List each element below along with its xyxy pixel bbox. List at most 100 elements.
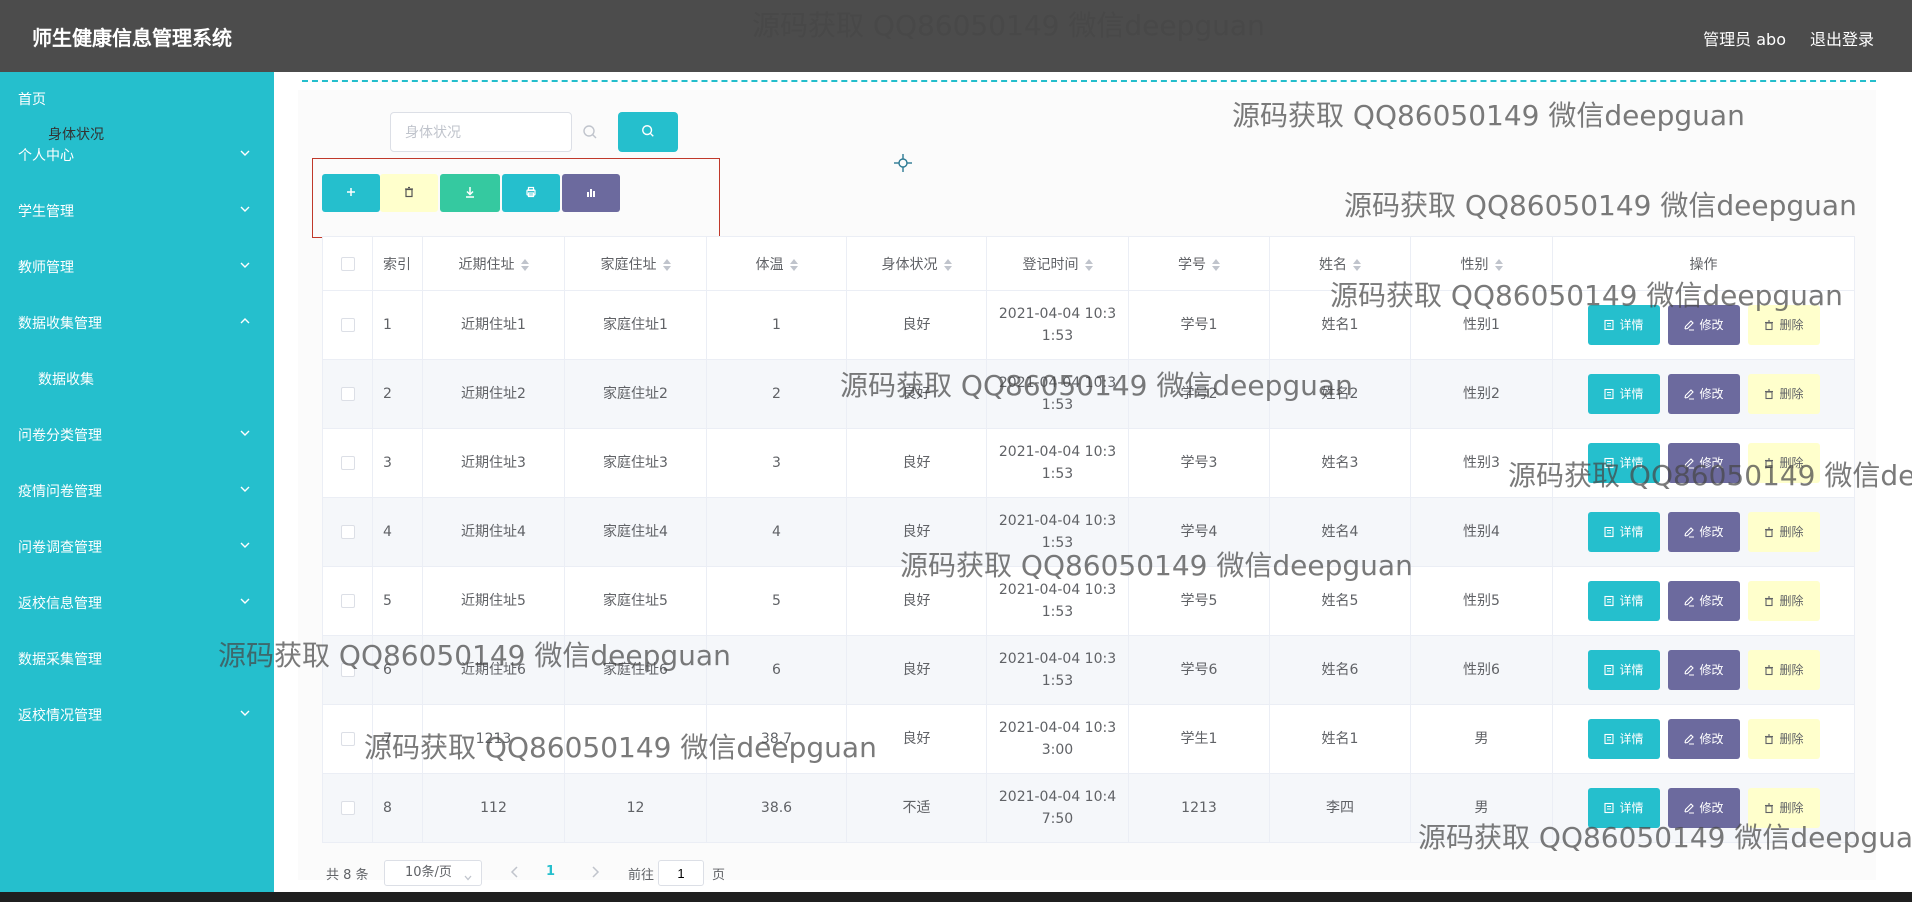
row-checkbox[interactable] [340,663,355,677]
print-button[interactable] [502,174,560,212]
sidebar-item-9[interactable]: 返校信息管理 [0,582,274,624]
delete-button[interactable]: 删除 [1747,788,1820,828]
chevron-up-icon [238,314,252,328]
detail-button[interactable]: 详情 [1587,374,1660,414]
detail-button[interactable]: 详情 [1587,305,1660,345]
sidebar-item-label: 返校情况管理 [18,708,102,724]
column-header-6[interactable]: 学号 [1128,236,1270,291]
column-header-3[interactable]: 体温 [706,236,847,291]
edit-button[interactable]: 修改 [1667,719,1740,759]
admin-user-label[interactable]: 管理员 abo [1703,26,1786,50]
sidebar-item-2[interactable]: 学生管理 [0,190,274,232]
student-id-cell: 学号5 [1128,566,1270,636]
health-status-search-input[interactable] [390,112,572,152]
sidebar-item-10[interactable]: 数据采集管理 [0,638,274,680]
delete-button[interactable]: 删除 [1747,443,1820,483]
row-checkbox[interactable] [340,732,355,746]
edit-button[interactable]: 修改 [1667,374,1740,414]
health-record-table: 索引 近期住址 家庭住址 体温 身体状况 登记时间 学号 姓名 性别 操作 1 近期住址1 家庭住址1… [322,236,1855,843]
table-row[interactable]: 1 近期住址1 家庭住址1 1 良好 2021-04-04 10:3 1:53 学号1 姓名1 性… [322,290,1855,360]
edit-button[interactable]: 修改 [1667,788,1740,828]
delete-button[interactable]: 删除 [1747,581,1820,621]
sort-caret-icon[interactable] [1353,258,1361,271]
column-header-label: 近期住址 [458,256,515,273]
detail-button[interactable]: 详情 [1587,443,1660,483]
column-header-4[interactable]: 身体状况 [846,236,987,291]
file-icon [1603,802,1615,814]
sidebar-item-4[interactable]: 数据收集管理 [0,302,274,344]
logout-link[interactable]: 退出登录 [1810,26,1874,50]
row-checkbox[interactable] [340,801,355,815]
detail-button[interactable]: 详情 [1587,512,1660,552]
sort-caret-icon[interactable] [520,258,529,271]
row-checkbox[interactable] [340,594,355,608]
column-header-8[interactable]: 性别 [1410,236,1553,291]
batch-delete-button[interactable] [380,174,438,212]
sidebar-item-3[interactable]: 教师管理 [0,246,274,288]
column-header-5[interactable]: 登记时间 [986,236,1129,291]
table-row[interactable]: 5 近期住址5 家庭住址5 5 良好 2021-04-04 10:3 1:53 学号5 姓名5 性… [322,566,1855,636]
prev-page-chevron-icon[interactable] [508,864,522,880]
detail-button[interactable]: 详情 [1587,581,1660,621]
sort-caret-icon[interactable] [1494,258,1503,271]
delete-button[interactable]: 删除 [1747,650,1820,690]
recent-address-cell: 近期住址4 [422,497,565,567]
edit-button[interactable]: 修改 [1667,305,1740,345]
detail-button-label: 详情 [1619,387,1644,401]
bar-chart-icon [584,184,598,203]
column-header-label: 身体状况 [881,256,938,273]
current-page-number[interactable]: 1 [546,864,555,879]
sidebar-item-8[interactable]: 问卷调查管理 [0,526,274,568]
row-checkbox[interactable] [340,318,355,332]
sidebar-item-0[interactable]: 首页 [0,78,274,120]
column-header-2[interactable]: 家庭住址 [564,236,707,291]
table-row[interactable]: 2 近期住址2 家庭住址2 2 良好 2021-04-04 10:3 1:53 学号2 姓名2 性… [322,359,1855,429]
detail-button[interactable]: 详情 [1587,650,1660,690]
detail-button[interactable]: 详情 [1587,719,1660,759]
register-time-line1: 2021-04-04 10:3 [998,582,1117,598]
goto-page-input[interactable] [658,860,704,886]
delete-button[interactable]: 删除 [1747,305,1820,345]
edit-button[interactable]: 修改 [1667,443,1740,483]
edit-button[interactable]: 修改 [1667,650,1740,690]
row-checkbox[interactable] [340,456,355,470]
row-checkbox[interactable] [340,525,355,539]
sort-caret-icon[interactable] [662,258,671,271]
sidebar-item-11[interactable]: 返校情况管理 [0,694,274,736]
add-button[interactable] [322,174,380,212]
export-button[interactable] [440,174,500,212]
next-page-chevron-icon[interactable] [588,864,602,880]
sidebar-item-6[interactable]: 问卷分类管理 [0,414,274,456]
table-row[interactable]: 4 近期住址4 家庭住址4 4 良好 2021-04-04 10:3 1:53 学号4 姓名4 性… [322,497,1855,567]
delete-button[interactable]: 删除 [1747,374,1820,414]
column-header-7[interactable]: 姓名 [1269,236,1411,291]
table-row[interactable]: 3 近期住址3 家庭住址3 3 良好 2021-04-04 10:3 1:53 学号3 姓名3 性… [322,428,1855,498]
page-size-select[interactable]: 10条/页 [384,860,482,886]
search-button[interactable] [618,112,678,152]
sidebar-item-1[interactable]: 个人中心 [0,134,274,176]
edit-button[interactable]: 修改 [1667,512,1740,552]
sidebar-item-7[interactable]: 疫情问卷管理 [0,470,274,512]
temperature-cell: 2 [706,359,847,429]
sidebar-item-5[interactable]: 数据收集 [0,358,274,400]
pencil-icon [1683,526,1695,538]
row-checkbox[interactable] [340,387,355,401]
sort-caret-icon[interactable] [789,258,798,271]
delete-button[interactable]: 删除 [1747,512,1820,552]
column-header-label: 操作 [1689,256,1718,273]
gender-cell: 性别2 [1410,359,1553,429]
delete-button[interactable]: 删除 [1747,719,1820,759]
pencil-icon [1683,802,1695,814]
sort-caret-icon[interactable] [943,258,952,271]
table-row[interactable]: 6 近期住址6 家庭住址6 6 良好 2021-04-04 10:3 1:53 学号6 姓名6 性… [322,635,1855,705]
chart-button[interactable] [562,174,620,212]
table-row[interactable]: 8 112 12 38.6 不适 2021-04-04 10:4 7:50 1213 李四男详情… [322,773,1855,843]
column-header-1[interactable]: 近期住址 [422,236,565,291]
select-all-checkbox[interactable] [340,256,355,271]
sort-caret-icon[interactable] [1212,258,1220,271]
detail-button[interactable]: 详情 [1587,788,1660,828]
edit-button[interactable]: 修改 [1667,581,1740,621]
table-row[interactable]: 7 1213 38.7 良好 2021-04-04 10:3 3:00 学生1 姓名1 男 详情 修… [322,704,1855,774]
sort-caret-icon[interactable] [1084,258,1093,271]
home-address-cell: 家庭住址5 [564,566,707,636]
